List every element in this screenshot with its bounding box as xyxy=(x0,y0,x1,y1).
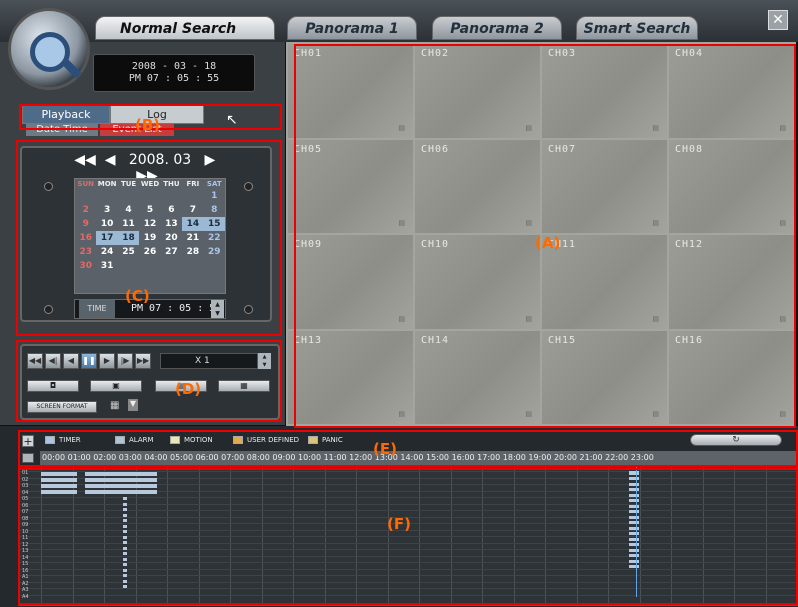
annotation-label-b: (B) xyxy=(135,116,161,134)
annotation-label-e: (E) xyxy=(373,440,397,458)
annotation-box-e xyxy=(18,430,798,470)
tab-panorama-1[interactable]: Panorama 1 xyxy=(287,16,417,40)
tab-panorama-2[interactable]: Panorama 2 xyxy=(432,16,562,40)
tab-normal-search[interactable]: Normal Search xyxy=(95,16,275,40)
annotation-label-f: (F) xyxy=(387,515,411,533)
annotation-label-c: (C) xyxy=(125,287,150,305)
clock-time: PM 07 : 05 : 55 xyxy=(128,73,220,84)
annotation-label-a: (A) xyxy=(535,234,561,252)
annotation-box-c xyxy=(16,140,282,336)
close-icon[interactable]: ✕ xyxy=(768,10,788,30)
clock-date: 2008 - 03 - 18 xyxy=(131,61,217,72)
annotation-box-f xyxy=(18,465,798,605)
clock-display: 2008 - 03 - 18 PM 07 : 05 : 55 xyxy=(93,54,255,92)
annotation-box-d xyxy=(16,340,282,422)
annotation-label-d: (D) xyxy=(175,380,202,398)
tab-smart-search[interactable]: Smart Search xyxy=(576,16,698,40)
